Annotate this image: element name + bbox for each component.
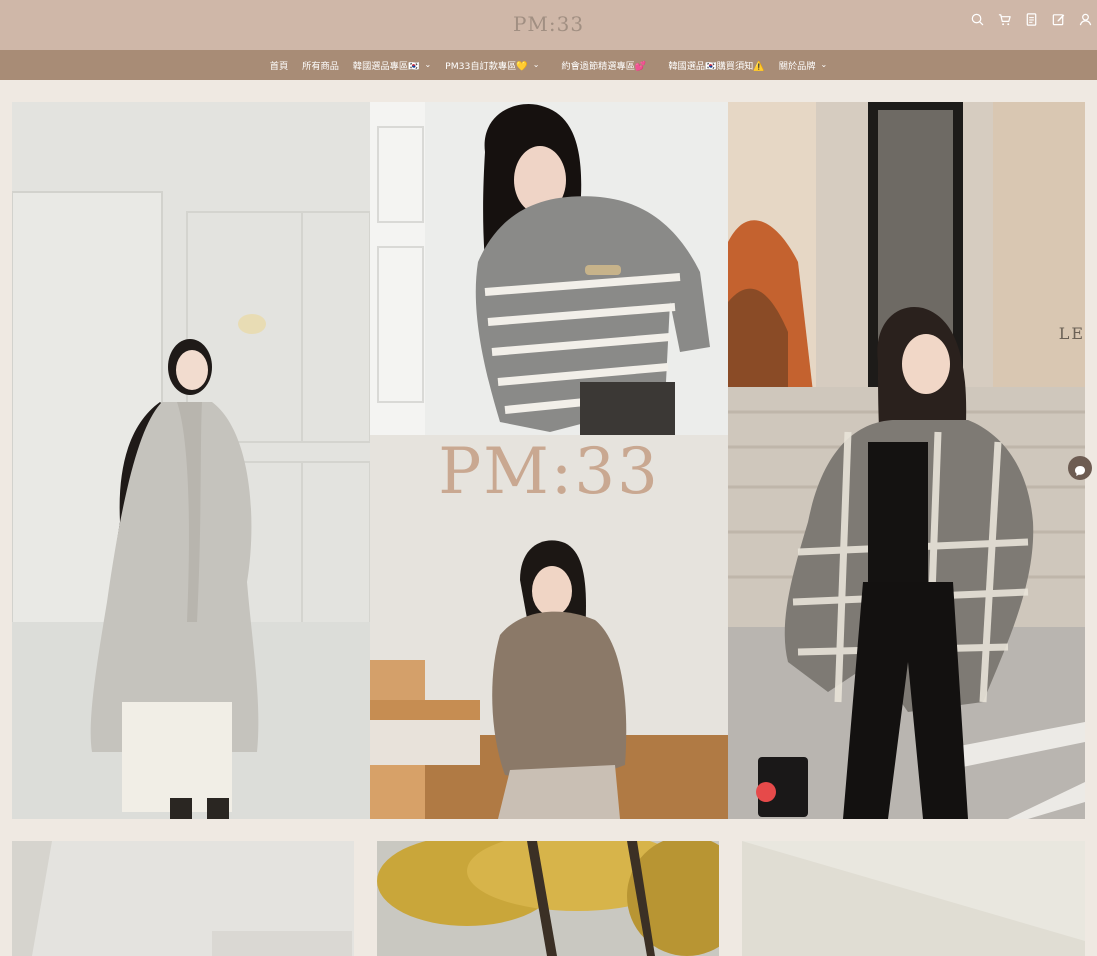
main-nav: 首頁 所有商品 韓國選品專區🇰🇷 ⌄ PM33自訂款專區💛 ⌄ 約會過節精選專區💕 … (0, 50, 1097, 80)
header-icons (970, 12, 1093, 27)
nav-item-purchase-notes[interactable]: 韓國選品🇰🇷購買須知⚠️ (661, 58, 771, 72)
top-header: PM:33 (0, 0, 1097, 50)
nav-item-pm33-custom[interactable]: PM33自訂款專區💛 ⌄ (438, 58, 546, 73)
hero-banner[interactable]: PM:33 LE (12, 102, 1085, 819)
nav-item-korea-selection[interactable]: 韓國選品專區🇰🇷 ⌄ (346, 58, 438, 73)
brand-logo[interactable]: PM:33 (0, 12, 1097, 36)
edit-icon[interactable] (1051, 12, 1066, 27)
hero-image-plaid-jacket[interactable]: LE (728, 102, 1085, 819)
product-tile-1[interactable] (12, 841, 354, 956)
chevron-down-icon: ⌄ (424, 60, 432, 69)
chevron-down-icon: ⌄ (532, 60, 540, 69)
user-icon[interactable] (1078, 12, 1093, 27)
nav-item-about-brand[interactable]: 關於品牌 ⌄ (772, 58, 834, 73)
hero-image-striped-sweater[interactable] (370, 102, 728, 435)
product-tile-3[interactable] (742, 841, 1085, 956)
nav-list: 首頁 所有商品 韓國選品專區🇰🇷 ⌄ PM33自訂款專區💛 ⌄ 約會過節精選專區💕 … (0, 50, 1097, 80)
nav-item-date-picks[interactable]: 約會過節精選專區💕 (554, 58, 653, 72)
search-icon[interactable] (970, 12, 985, 27)
nav-item-home[interactable]: 首頁 (263, 58, 295, 72)
hero-image-fur-jacket[interactable]: PM:33 (370, 435, 728, 819)
hero-image-grey-coat[interactable] (12, 102, 370, 819)
orders-icon[interactable] (1024, 12, 1039, 27)
nav-item-all-products[interactable]: 所有商品 (295, 58, 346, 72)
storefront-sign: LE (1058, 324, 1085, 343)
chat-button[interactable] (1068, 456, 1092, 480)
chevron-down-icon: ⌄ (820, 60, 828, 69)
product-tile-2[interactable] (377, 841, 719, 956)
chat-bubble-icon (1074, 462, 1086, 476)
hero-overlay-logo: PM:33 (438, 435, 660, 509)
cart-icon[interactable] (997, 12, 1012, 27)
